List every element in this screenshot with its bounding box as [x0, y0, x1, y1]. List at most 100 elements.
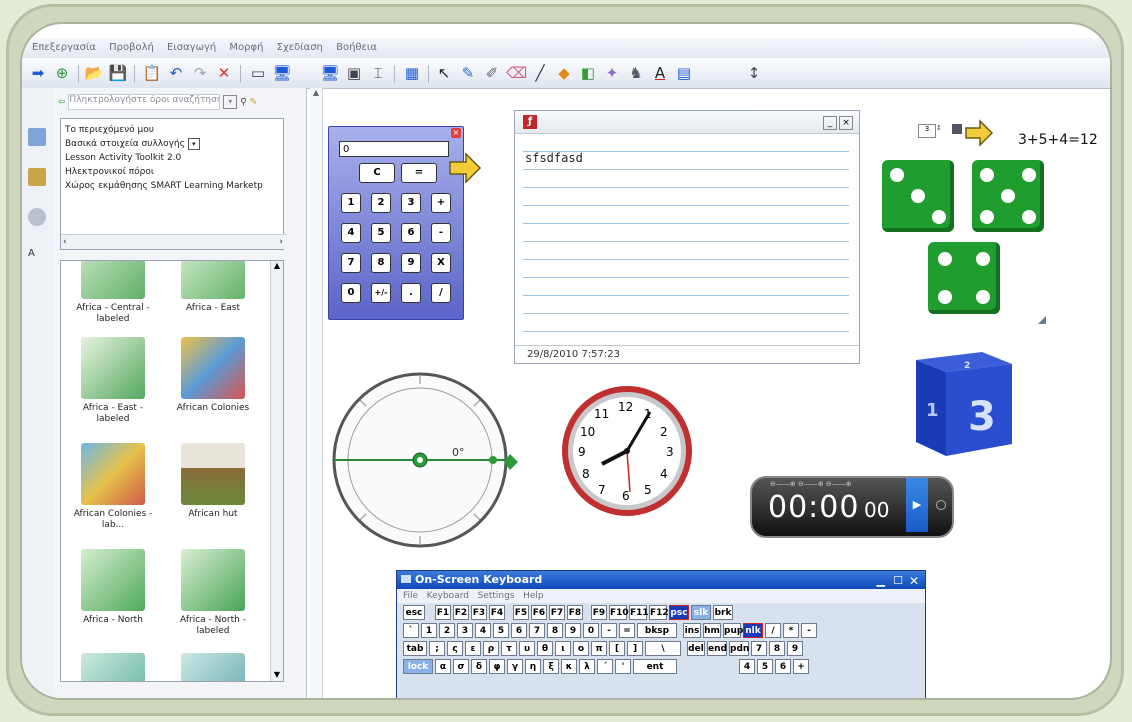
calc-key[interactable]: 3	[401, 193, 421, 213]
pointer-hand-icon[interactable]	[964, 118, 994, 148]
calc-key[interactable]: 4	[341, 223, 361, 243]
calc-key[interactable]: 6	[401, 223, 421, 243]
osk-key[interactable]: /	[765, 623, 781, 638]
fill-icon[interactable]: ◧	[578, 64, 598, 82]
calc-key[interactable]: 7	[341, 253, 361, 273]
canvas-scrollbar[interactable]: ▲	[310, 88, 323, 698]
osk-key[interactable]: ins	[683, 623, 701, 638]
osk-key[interactable]: nlk	[743, 623, 763, 638]
osk-key[interactable]: `	[403, 623, 419, 638]
osk-key[interactable]: del	[687, 641, 705, 656]
gallery-item[interactable]	[165, 653, 261, 681]
osk-key[interactable]: bksp	[637, 623, 677, 638]
osk-key[interactable]: =	[619, 623, 635, 638]
gallery-item[interactable]: African Colonies	[165, 337, 261, 414]
table-icon[interactable]: ▦	[402, 64, 422, 82]
osk-key[interactable]: 8	[769, 641, 785, 656]
chevron-down-icon[interactable]: ▾	[223, 95, 238, 109]
osk-key[interactable]: 1	[421, 623, 437, 638]
tree-item-online-resources[interactable]: Ηλεκτρονικοί πόροι	[61, 165, 283, 179]
osk-key[interactable]: 2	[439, 623, 455, 638]
osk-key[interactable]: 0	[583, 623, 599, 638]
menu-format[interactable]: Μορφή	[229, 42, 263, 53]
osk-key[interactable]: ι	[555, 641, 571, 656]
expand-icon[interactable]: ▾	[187, 138, 200, 150]
osk-key[interactable]: 3	[457, 623, 473, 638]
osk-key[interactable]: F5	[513, 605, 529, 620]
osk-key[interactable]: 7	[751, 641, 767, 656]
menu-view[interactable]: Προβολή	[109, 42, 154, 53]
redo-icon[interactable]: ↷	[190, 64, 210, 82]
osk-key[interactable]: F10	[609, 605, 629, 620]
osk-key[interactable]: ;	[429, 641, 445, 656]
osk-menu-settings[interactable]: Settings	[478, 591, 515, 601]
osk-key[interactable]: F12	[649, 605, 669, 620]
tree-item-lesson-toolkit[interactable]: Lesson Activity Toolkit 2.0	[61, 151, 283, 165]
attachments-tab[interactable]	[28, 208, 46, 226]
document-camera-icon[interactable]: ⌶	[368, 64, 388, 82]
delete-icon[interactable]: ✕	[214, 64, 234, 82]
tree-item-gallery-essentials[interactable]: Βασικά στοιχεία συλλογής ▾	[61, 137, 283, 151]
scroll-up-icon[interactable]: ▲	[271, 261, 283, 270]
gallery-item[interactable]: Africa - East - labeled	[65, 337, 161, 425]
notepad-widget[interactable]: ƒ _ × sfsdfasd 29/8/2010 7:57:23	[514, 110, 860, 364]
tree-item-my-content[interactable]: Το περιεχόμενό μου	[61, 123, 283, 137]
osk-key[interactable]: ρ	[483, 641, 499, 656]
calculator-widget[interactable]: × 0 C = 1 2 3 + 4 5 6 - 7 8 9 X 0 +/- . …	[328, 126, 464, 320]
osk-key[interactable]: η	[525, 659, 541, 674]
screen-capture-icon[interactable]: ▣	[344, 64, 364, 82]
scroll-down-icon[interactable]: ▼	[271, 670, 283, 679]
osk-key[interactable]: ent	[633, 659, 677, 674]
close-icon[interactable]: ×	[451, 128, 461, 138]
osk-key[interactable]: '	[615, 659, 631, 674]
osk-key[interactable]: 4	[475, 623, 491, 638]
osk-key[interactable]: ε	[465, 641, 481, 656]
calc-key[interactable]: +	[431, 193, 451, 213]
osk-key[interactable]: -	[601, 623, 617, 638]
gallery-tab[interactable]	[28, 168, 46, 186]
notepad-text[interactable]: sfsdfasd	[525, 151, 583, 165]
osk-menu-file[interactable]: File	[403, 591, 418, 601]
osk-key[interactable]: F1	[435, 605, 451, 620]
calc-key[interactable]: /	[431, 283, 451, 303]
die-three[interactable]	[882, 160, 954, 232]
osk-key[interactable]: λ	[579, 659, 595, 674]
add-page-icon[interactable]: ⊕	[52, 64, 72, 82]
protractor-widget[interactable]: 0°	[330, 372, 520, 552]
osk-key[interactable]: F4	[489, 605, 505, 620]
close-icon[interactable]: ✕	[909, 572, 919, 590]
menu-draw[interactable]: Σχεδίαση	[277, 42, 323, 53]
osk-menu-keyboard[interactable]: Keyboard	[427, 591, 469, 601]
number-cube[interactable]: 3 2 1	[912, 346, 1016, 458]
osk-key[interactable]: esc	[403, 605, 425, 620]
scroll-right-icon[interactable]: ›	[279, 235, 283, 249]
timer-widget[interactable]: ⊖——⊕ ⊖——⊕ ⊖——⊕ 00:00 00 ▶	[750, 476, 954, 538]
calc-key[interactable]: -	[431, 223, 451, 243]
display-icon[interactable]: 🖥	[320, 64, 340, 82]
calc-key[interactable]: .	[401, 283, 421, 303]
osk-key[interactable]: \	[645, 641, 681, 656]
osk-key[interactable]: σ	[453, 659, 469, 674]
screen-shade-icon[interactable]: ▭	[248, 64, 268, 82]
osk-key[interactable]: φ	[489, 659, 505, 674]
osk-key[interactable]: tab	[403, 641, 427, 656]
osk-key[interactable]: pdn	[729, 641, 749, 656]
menu-edit[interactable]: Επεξεργασία	[32, 42, 96, 53]
pen-search-icon[interactable]: ✎	[250, 98, 258, 108]
osk-key[interactable]: pup	[723, 623, 743, 638]
dice-count-field[interactable]: 3	[918, 124, 936, 138]
osk-key[interactable]: *	[783, 623, 799, 638]
paste-icon[interactable]: 📋	[142, 64, 162, 82]
calc-key[interactable]: 8	[371, 253, 391, 273]
osk-key[interactable]: F3	[471, 605, 487, 620]
undo-icon[interactable]: ↶	[166, 64, 186, 82]
die-five[interactable]	[972, 160, 1044, 232]
osk-key[interactable]: end	[707, 641, 727, 656]
gallery-item[interactable]	[65, 653, 161, 681]
osk-key[interactable]: τ	[501, 641, 517, 656]
osk-menu-help[interactable]: Help	[523, 591, 544, 601]
pen-icon[interactable]: ✎	[458, 64, 478, 82]
calc-key[interactable]: +/-	[371, 283, 391, 303]
osk-key[interactable]: 6	[775, 659, 791, 674]
osk-key[interactable]: 5	[757, 659, 773, 674]
